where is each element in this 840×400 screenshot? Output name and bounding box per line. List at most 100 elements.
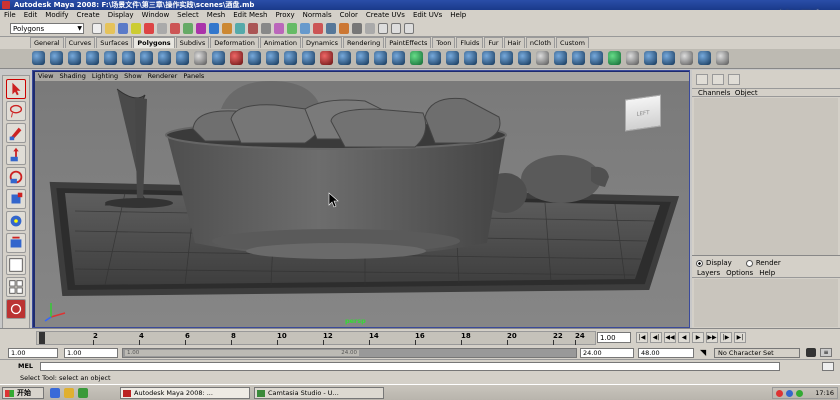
range-bar[interactable]: 1.00 24.00 <box>122 348 577 358</box>
channel-box-icon[interactable] <box>404 23 414 34</box>
maya-render-icon[interactable] <box>6 299 26 319</box>
four-view-layout-icon[interactable] <box>6 277 26 297</box>
tray-icon[interactable] <box>776 390 783 397</box>
poly-plane-icon[interactable] <box>104 51 117 65</box>
menu-mesh[interactable]: Mesh <box>203 10 229 21</box>
mel-label[interactable]: MEL <box>18 362 33 370</box>
tool-settings-icon[interactable] <box>391 23 401 34</box>
split-polygon-icon[interactable] <box>428 51 441 65</box>
attribute-view-icon[interactable] <box>728 74 740 85</box>
shelf-tab-fluids[interactable]: Fluids <box>456 37 484 48</box>
smooth-icon[interactable] <box>266 51 279 65</box>
shelf-tab-ncloth[interactable]: nCloth <box>525 37 555 48</box>
last-tool-icon[interactable] <box>6 233 26 253</box>
shelf-tab-toon[interactable]: Toon <box>432 37 456 48</box>
merge-vertices-icon[interactable] <box>500 51 513 65</box>
mask-rendering-icon[interactable] <box>248 23 258 34</box>
script-editor-icon[interactable] <box>822 362 834 371</box>
mask-curves-icon[interactable] <box>196 23 206 34</box>
menu-set-dropdown[interactable]: Polygons ▼ <box>10 23 84 34</box>
poly-torus-icon[interactable] <box>122 51 135 65</box>
manipulator-tool-icon[interactable] <box>6 211 26 231</box>
menu-display[interactable]: Display <box>104 10 138 21</box>
shelf-tab-dynamics[interactable]: Dynamics <box>301 37 343 48</box>
tray-icon[interactable] <box>786 390 793 397</box>
shelf-tab-subdivs[interactable]: Subdivs <box>175 37 210 48</box>
cylindrical-mapping-icon[interactable] <box>572 51 585 65</box>
spherical-mapping-icon[interactable] <box>590 51 603 65</box>
time-ruler[interactable]: 2 4 6 8 10 12 14 16 18 20 22 24 <box>36 331 596 345</box>
select-object-icon[interactable] <box>144 23 154 34</box>
history-icon[interactable] <box>313 23 323 34</box>
menu-file[interactable]: File <box>0 10 20 21</box>
soften-edge-icon[interactable] <box>644 51 657 65</box>
menu-edit[interactable]: Edit <box>20 10 42 21</box>
quick-launch-icon[interactable] <box>78 388 88 398</box>
single-perspective-layout-icon[interactable] <box>6 255 26 275</box>
shelf-tab-custom[interactable]: Custom <box>556 37 589 48</box>
channel-box-toggle-icon[interactable] <box>696 74 708 85</box>
playback-start-field[interactable]: 1.00 <box>64 348 118 358</box>
extrude-icon[interactable] <box>356 51 369 65</box>
go-to-start-icon[interactable]: |◀ <box>636 332 648 343</box>
render-globals-icon[interactable] <box>352 23 362 34</box>
shelf-tab-surfaces[interactable]: Surfaces <box>96 37 133 48</box>
go-to-end-icon[interactable]: ▶| <box>734 332 746 343</box>
shelf-tab-hair[interactable]: Hair <box>503 37 525 48</box>
vp-menu-lighting[interactable]: Lighting <box>92 72 118 80</box>
rotate-tool-icon[interactable] <box>6 167 26 187</box>
save-scene-icon[interactable] <box>118 23 128 34</box>
quick-launch-icon[interactable] <box>64 388 74 398</box>
new-scene-icon[interactable] <box>92 23 102 34</box>
menu-edit-uvs[interactable]: Edit UVs <box>409 10 446 21</box>
conform-icon[interactable] <box>698 51 711 65</box>
taskbar-task-maya[interactable]: Autodesk Maya 2008: ... <box>120 387 250 399</box>
menu-window[interactable]: Window <box>138 10 174 21</box>
poly-prism-icon[interactable] <box>140 51 153 65</box>
poly-helix-icon[interactable] <box>176 51 189 65</box>
select-hierarchy-icon[interactable] <box>131 23 141 34</box>
auto-key-icon[interactable] <box>806 348 816 357</box>
current-time-marker[interactable] <box>39 332 45 344</box>
lasso-tool-icon[interactable] <box>6 101 26 121</box>
mel-command-input[interactable] <box>40 362 780 371</box>
menu-create[interactable]: Create <box>72 10 103 21</box>
current-frame-field[interactable]: 1.00 <box>597 332 631 343</box>
shelf-tab-fur[interactable]: Fur <box>484 37 503 48</box>
shelf-tab-rendering[interactable]: Rendering <box>343 37 385 48</box>
menu-help[interactable]: Help <box>446 10 470 21</box>
step-forward-icon[interactable]: |▶ <box>720 332 732 343</box>
layer-editor-toggle-icon[interactable] <box>712 74 724 85</box>
quick-launch-icon[interactable] <box>50 388 60 398</box>
uv-editor-icon[interactable] <box>536 51 549 65</box>
vp-menu-shading[interactable]: Shading <box>59 72 85 80</box>
ipr-render-icon[interactable] <box>339 23 349 34</box>
render-frame-icon[interactable] <box>326 23 336 34</box>
view-cube[interactable]: LEFT <box>625 94 661 132</box>
extract-icon[interactable] <box>248 51 261 65</box>
start-button[interactable]: 开始 <box>2 387 44 399</box>
object-menu[interactable]: Object <box>735 89 758 97</box>
select-component-icon[interactable] <box>157 23 167 34</box>
open-scene-icon[interactable] <box>105 23 115 34</box>
snap-plane-icon[interactable] <box>300 23 310 34</box>
bevel-icon[interactable] <box>482 51 495 65</box>
mask-surfaces-icon[interactable] <box>209 23 219 34</box>
menu-normals[interactable]: Normals <box>299 10 336 21</box>
automatic-mapping-icon[interactable] <box>608 51 621 65</box>
channels-menu[interactable]: Channels <box>698 89 730 97</box>
menu-create-uvs[interactable]: Create UVs <box>362 10 409 21</box>
vp-menu-renderer[interactable]: Renderer <box>148 72 178 80</box>
poly-cylinder-icon[interactable] <box>68 51 81 65</box>
scale-tool-icon[interactable] <box>6 189 26 209</box>
step-back-icon[interactable]: ◀| <box>650 332 662 343</box>
mirror-geometry-icon[interactable] <box>338 51 351 65</box>
range-thumb[interactable]: 1.00 24.00 <box>125 350 359 356</box>
bridge-icon[interactable] <box>374 51 387 65</box>
boolean-union-icon[interactable] <box>284 51 297 65</box>
checker-icon[interactable] <box>716 51 729 65</box>
help-menu[interactable]: Help <box>759 269 775 277</box>
vp-menu-panels[interactable]: Panels <box>183 72 204 80</box>
offset-edge-loop-icon[interactable] <box>464 51 477 65</box>
mask-handles-icon[interactable] <box>170 23 180 34</box>
